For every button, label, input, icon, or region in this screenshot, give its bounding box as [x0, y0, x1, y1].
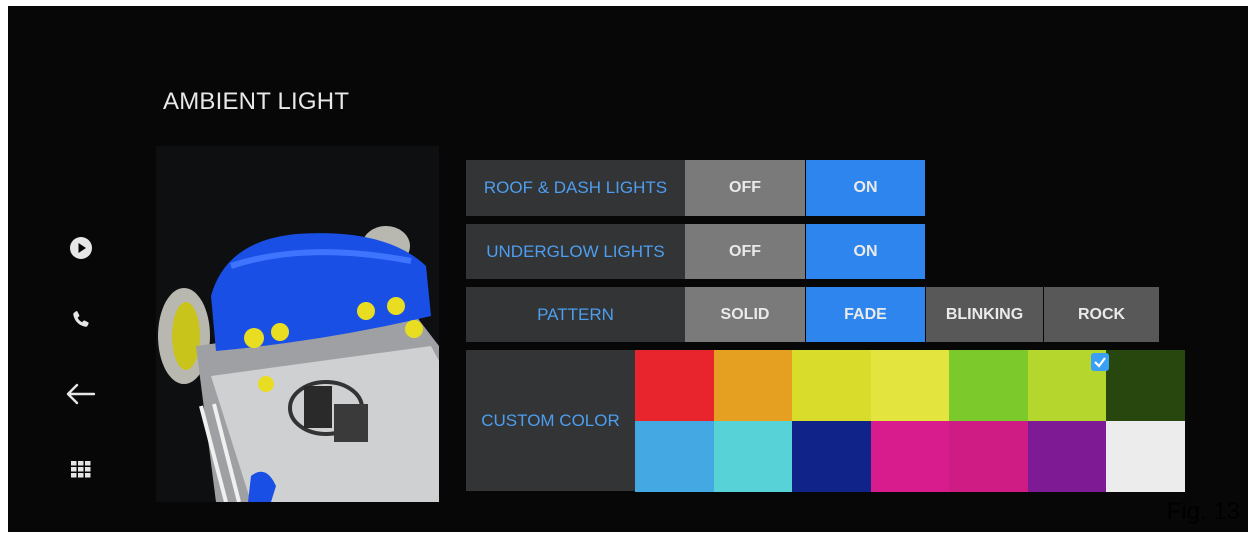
underglow-lights-label: UNDERGLOW LIGHTS [466, 224, 685, 279]
page-title: AMBIENT LIGHT [163, 88, 350, 115]
color-swatch[interactable] [1106, 420, 1185, 492]
color-swatch[interactable] [870, 420, 950, 492]
pattern-solid-button[interactable]: SOLID [685, 287, 805, 342]
pattern-rock-button[interactable]: ROCK [1044, 287, 1159, 342]
color-swatch[interactable] [792, 420, 871, 492]
color-swatch[interactable] [635, 420, 714, 492]
pattern-label: PATTERN [466, 287, 685, 342]
ambient-light-screen: AMBIENT LIGHT ROOF & DASH LIGHTS OFF ON … [8, 6, 1248, 532]
figure-caption: Fig. 13 [1166, 498, 1240, 525]
grid-menu-icon[interactable] [63, 451, 99, 487]
custom-color-label: CUSTOM COLOR [466, 350, 635, 491]
play-icon[interactable] [63, 230, 99, 266]
color-swatch[interactable] [713, 420, 793, 492]
roof-dash-lights-label: ROOF & DASH LIGHTS [466, 160, 685, 216]
roof-dash-on-button[interactable]: ON [806, 160, 925, 216]
color-swatch[interactable] [713, 350, 793, 421]
roof-dash-off-button[interactable]: OFF [685, 160, 805, 216]
color-swatch[interactable] [1106, 350, 1185, 421]
color-swatch[interactable] [949, 350, 1028, 421]
color-swatch[interactable] [870, 350, 950, 421]
color-swatch[interactable] [1027, 420, 1107, 492]
color-swatch[interactable] [792, 350, 871, 421]
pattern-blinking-button[interactable]: BLINKING [926, 287, 1043, 342]
underglow-on-button[interactable]: ON [806, 224, 925, 279]
color-swatch[interactable] [635, 350, 714, 421]
pattern-fade-button[interactable]: FADE [806, 287, 925, 342]
back-arrow-icon[interactable] [63, 376, 99, 412]
phone-icon[interactable] [63, 302, 99, 338]
vehicle-illustration [156, 146, 439, 502]
color-swatch[interactable] [949, 420, 1028, 492]
selected-check-icon [1091, 353, 1109, 371]
underglow-off-button[interactable]: OFF [685, 224, 805, 279]
